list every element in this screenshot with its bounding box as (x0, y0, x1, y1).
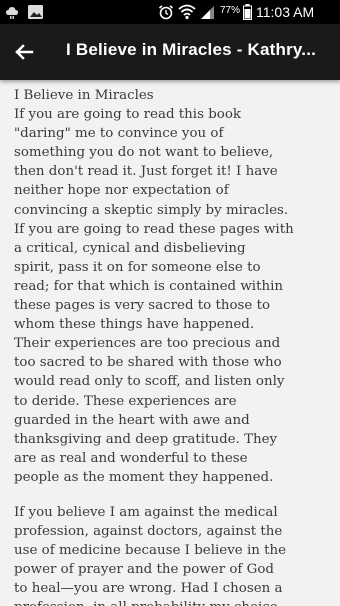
signal-icon (200, 5, 216, 23)
wifi-icon (178, 4, 196, 23)
alarm-icon (158, 4, 174, 23)
battery-icon (243, 4, 252, 23)
book-paragraph: If you believe I am against the medical … (14, 504, 287, 606)
system-icons: 77% 11:03 AM (156, 0, 336, 24)
page-title: I Believe in Miracles - Kathry... (66, 40, 317, 59)
cloud-icon (5, 3, 21, 24)
app-bar: I Believe in Miracles - Kathry... (0, 24, 340, 80)
reader-screen: 77% 11:03 AM I Believe in Miracles - Kat… (0, 0, 340, 606)
clock-time: 11:03 AM (256, 4, 315, 20)
image-icon (27, 3, 45, 24)
status-bar: 77% 11:03 AM (0, 0, 340, 24)
book-paragraph: I Believe in Miracles If you are going t… (14, 88, 294, 485)
back-button[interactable] (10, 38, 38, 66)
arrow-left-icon (10, 44, 38, 70)
book-text: I Believe in Miracles If you are going t… (14, 86, 332, 606)
battery-percent: 77% (220, 5, 241, 16)
